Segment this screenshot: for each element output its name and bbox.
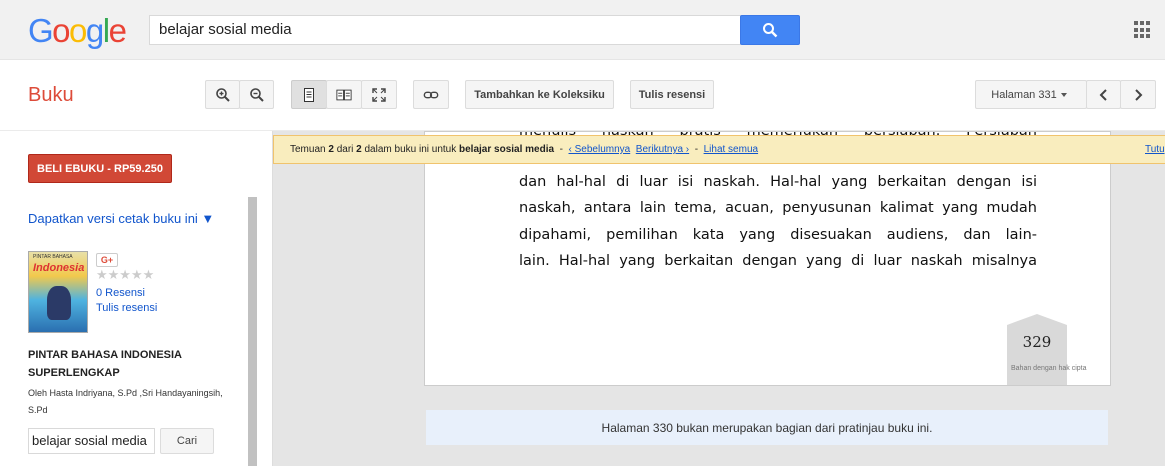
buy-ebook-button[interactable]: BELI EBUKU - RP59.250 [28, 154, 172, 183]
previous-result-link[interactable]: ‹ Sebelumnya [569, 144, 631, 155]
get-print-link[interactable]: Dapatkan versi cetak buku ini ▼ [28, 211, 214, 226]
search-button[interactable] [740, 15, 800, 45]
chevron-right-icon [1135, 88, 1143, 101]
zoom-out-button[interactable] [239, 80, 274, 109]
search-results-notice: Temuan 2 dari 2 dalam buku ini untuk bel… [273, 135, 1165, 164]
link-button[interactable] [413, 80, 449, 109]
two-page-icon [336, 89, 352, 100]
page-number: 329 [1022, 333, 1052, 351]
single-page-view-button[interactable] [291, 80, 327, 109]
next-page-button[interactable] [1120, 80, 1156, 109]
top-bar: Google belajar sosial media [0, 0, 1165, 60]
not-in-preview-message: Halaman 330 bukan merupakan bagian dari … [426, 410, 1108, 445]
in-book-search-button[interactable]: Cari [160, 428, 214, 454]
book-viewer: menulis naskah pratis memerlukan persiap… [272, 131, 1165, 466]
zoom-in-button[interactable] [205, 80, 240, 109]
google-plus-button[interactable]: G+ [96, 253, 118, 267]
book-page: menulis naskah pratis memerlukan persiap… [424, 131, 1111, 386]
single-page-icon [304, 87, 314, 102]
fullscreen-icon [372, 87, 386, 102]
apps-grid-icon[interactable] [1134, 21, 1152, 39]
google-logo[interactable]: Google [28, 12, 127, 50]
link-icon [423, 91, 439, 98]
book-authors: Oleh Hasta Indriyana, S.Pd ,Sri Handayan… [28, 388, 223, 415]
sidebar-scrollbar[interactable] [248, 197, 257, 466]
copyright-note: Bahan dengan hak cipta [1011, 365, 1087, 372]
write-review-button[interactable]: Tulis resensi [630, 80, 714, 109]
page-line: dipahami, pemilihan kata yang disesuakan… [519, 226, 1037, 243]
in-book-search-input[interactable]: belajar sosial media [28, 428, 155, 454]
page-line: naskah, antara lain tema, acuan, penyusu… [519, 200, 1037, 216]
search-icon [763, 23, 778, 38]
zoom-in-icon [215, 87, 230, 102]
caret-down-icon [1060, 92, 1067, 97]
book-cover[interactable]: PINTAR BAHASA Indonesia [28, 251, 88, 333]
zoom-out-icon [249, 87, 264, 102]
next-result-link[interactable]: Berikutnya › [636, 144, 689, 155]
add-to-collection-button[interactable]: Tambahkan ke Koleksiku [465, 80, 614, 109]
section-title[interactable]: Buku [28, 84, 74, 107]
chevron-left-icon [1099, 88, 1107, 101]
search-input[interactable]: belajar sosial media [149, 15, 741, 45]
fullscreen-button[interactable] [361, 80, 397, 109]
book-title: PINTAR BAHASA INDONESIA SUPERLENGKAP [28, 349, 182, 379]
two-page-view-button[interactable] [326, 80, 362, 109]
prev-page-button[interactable] [1086, 80, 1121, 109]
rating-stars: ★★★★★ [96, 267, 155, 282]
books-toolbar: Buku Tambahkan ke Koleksiku Tulis resens… [0, 60, 1165, 131]
see-all-results-link[interactable]: Lihat semua [704, 144, 758, 155]
reviews-count-link[interactable]: 0 Resensi [96, 287, 145, 299]
page-line: dan hal-hal di luar isi naskah. Hal-hal … [519, 173, 1037, 190]
page-line: lain. Hal-hal yang berkaitan dengan yang… [519, 253, 1037, 269]
close-notice-link[interactable]: Tutup [1145, 144, 1165, 155]
page-select-label: Halaman 331 [991, 88, 1057, 101]
write-review-link[interactable]: Tulis resensi [96, 302, 157, 314]
page-select-dropdown[interactable]: Halaman 331 [975, 80, 1087, 109]
book-sidebar: BELI EBUKU - RP59.250 Dapatkan versi cet… [0, 131, 272, 466]
